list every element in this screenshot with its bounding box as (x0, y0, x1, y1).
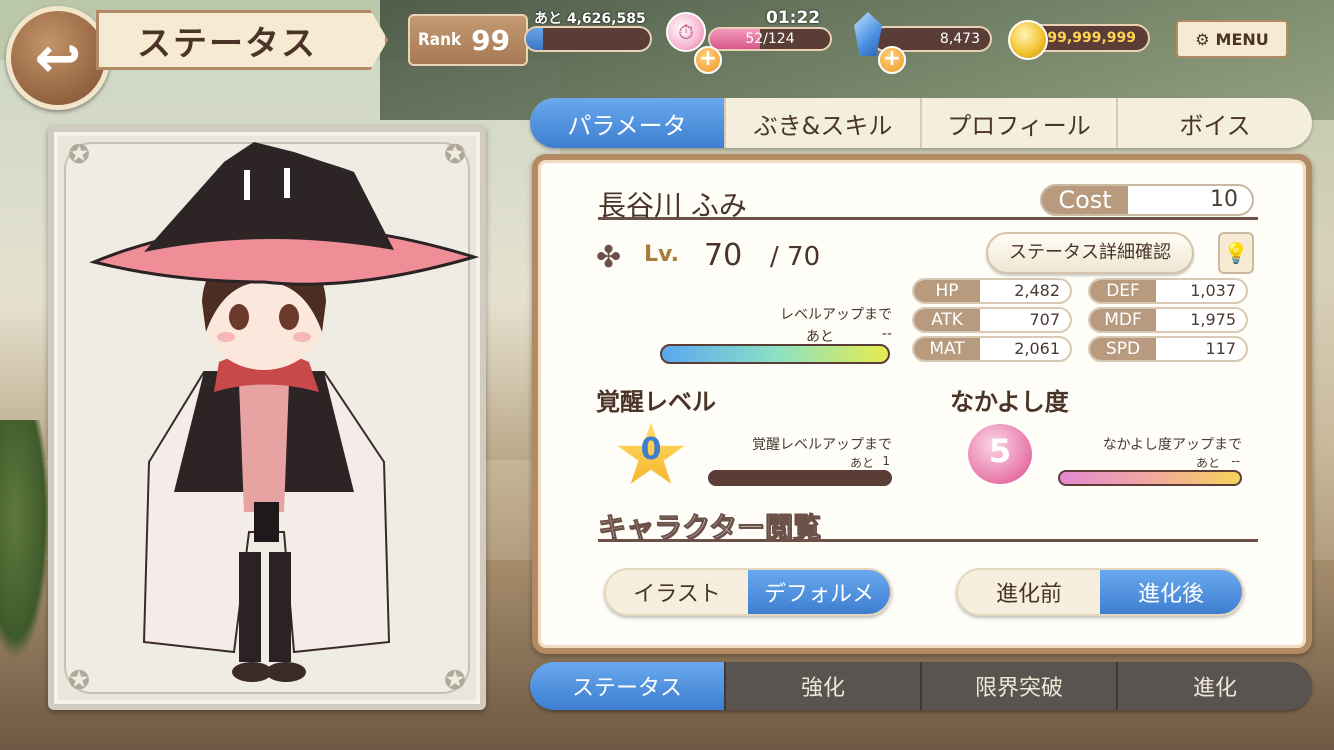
coin-icon (1008, 20, 1048, 60)
character-viewer-title: キャラクター閲覧 (598, 506, 1258, 545)
awaken-bar (708, 470, 892, 486)
awaken-level: 0 (640, 432, 662, 467)
friendship-remain-label: あと (1195, 456, 1220, 470)
illust-button[interactable]: イラスト (606, 570, 748, 614)
background-plant (0, 420, 50, 660)
stat-atk: ATK 707 (912, 307, 1072, 333)
tab-limit-break[interactable]: 限界突破 (922, 662, 1118, 710)
rank-label: Rank (418, 30, 462, 50)
friendship-title: なかよし度 (950, 388, 1069, 416)
level-max: / 70 (770, 242, 821, 272)
tab-evolve[interactable]: 進化 (1118, 662, 1312, 710)
stamina-timer: 01:22 (766, 8, 821, 28)
levelup-label: レベルアップまで (780, 307, 892, 323)
friendship-bar (1058, 470, 1242, 486)
stat-mat: MAT 2,061 (912, 336, 1072, 362)
stat-value: 1,037 (1190, 281, 1236, 300)
level-value: 70 (704, 238, 743, 273)
friendship-up-label: なかよし度アップまで (1102, 437, 1242, 453)
tab-weapon-skill[interactable]: ぶき&スキル (726, 98, 922, 148)
bottom-tabs: ステータス 強化 限界突破 進化 (530, 662, 1312, 710)
stat-label: DEF (1090, 280, 1156, 302)
levelup-remain-label: あと (806, 329, 834, 345)
stat-def: DEF 1,037 (1088, 278, 1248, 304)
levelup-bar (660, 344, 890, 364)
gear-icon: ⚙ (1195, 29, 1210, 49)
stat-value: 1,975 (1190, 310, 1236, 329)
stamina-value: 52/124 (745, 31, 795, 47)
before-evolution-button[interactable]: 進化前 (958, 570, 1100, 614)
character-name: 長谷川 ふみ (598, 189, 747, 222)
stat-mdf: MDF 1,975 (1088, 307, 1248, 333)
stat-label: MDF (1090, 309, 1156, 331)
tab-parameters[interactable]: パラメータ (530, 98, 726, 148)
stat-value: 2,482 (1014, 281, 1060, 300)
deformed-button[interactable]: デフォルメ (748, 570, 890, 614)
tab-status[interactable]: ステータス (530, 662, 726, 710)
detail-tabs: パラメータ ぶき&スキル プロフィール ボイス (530, 98, 1312, 148)
exp-bar-fill (526, 28, 544, 50)
character-portrait (89, 142, 480, 682)
friendship-level: 5 (988, 432, 1012, 470)
tab-enhance[interactable]: 強化 (726, 662, 922, 710)
add-stamina-button[interactable]: + (694, 46, 722, 74)
evolution-toggle: 進化前 進化後 (956, 568, 1244, 616)
add-gems-button[interactable]: + (878, 46, 906, 74)
status-detail-button[interactable]: ステータス詳細確認 (986, 232, 1194, 274)
awaken-remain-label: あと (849, 456, 874, 470)
stat-label: ATK (914, 309, 980, 331)
back-button[interactable]: ↩ (6, 6, 110, 110)
stat-spd: SPD 117 (1088, 336, 1248, 362)
menu-label: MENU (1215, 29, 1269, 49)
status-panel: 長谷川 ふみ Cost 10 ✤ Lv. 70 / 70 ステータス詳細確認 💡… (532, 154, 1312, 654)
cost-box: Cost 10 (1040, 184, 1254, 216)
character-card: ✪ ✪ ✪ ✪ (48, 126, 486, 710)
stat-label: MAT (914, 338, 980, 360)
rank-value: 99 (471, 23, 511, 57)
levelup-remain-value: -- (881, 326, 892, 342)
friendship-remain-value: -- (1231, 454, 1240, 468)
page-title: ステータス (96, 10, 388, 70)
after-evolution-button[interactable]: 進化後 (1100, 570, 1242, 614)
awaken-title: 覚醒レベル (596, 388, 716, 416)
cost-value: 10 (1210, 187, 1238, 212)
tab-voice[interactable]: ボイス (1118, 98, 1312, 148)
stat-label: SPD (1090, 338, 1156, 360)
level-label: Lv. (644, 242, 679, 267)
art-style-toggle: イラスト デフォルメ (604, 568, 892, 616)
awaken-up-label: 覚醒レベルアップまで (752, 437, 892, 453)
name-row: 長谷川 ふみ Cost 10 (598, 184, 1258, 222)
menu-button[interactable]: ⚙ MENU (1176, 20, 1288, 58)
stamina-bar: 52/124 (708, 27, 832, 51)
lightbulb-icon: 💡 (1223, 241, 1249, 265)
exp-bar (524, 26, 652, 52)
clover-icon: ✤ (596, 240, 622, 275)
stat-value: 117 (1205, 339, 1236, 358)
awaken-remain-value: 1 (882, 454, 890, 468)
exp-remaining: あと 4,626,585 (534, 11, 646, 27)
cost-label: Cost (1042, 186, 1128, 214)
stat-hp: HP 2,482 (912, 278, 1072, 304)
hint-button[interactable]: 💡 (1218, 232, 1254, 274)
stat-label: HP (914, 280, 980, 302)
back-arrow-icon: ↩ (34, 25, 82, 91)
stat-value: 2,061 (1014, 339, 1060, 358)
stat-value: 707 (1029, 310, 1060, 329)
rank-badge: Rank 99 (408, 14, 528, 66)
tab-profile[interactable]: プロフィール (922, 98, 1118, 148)
